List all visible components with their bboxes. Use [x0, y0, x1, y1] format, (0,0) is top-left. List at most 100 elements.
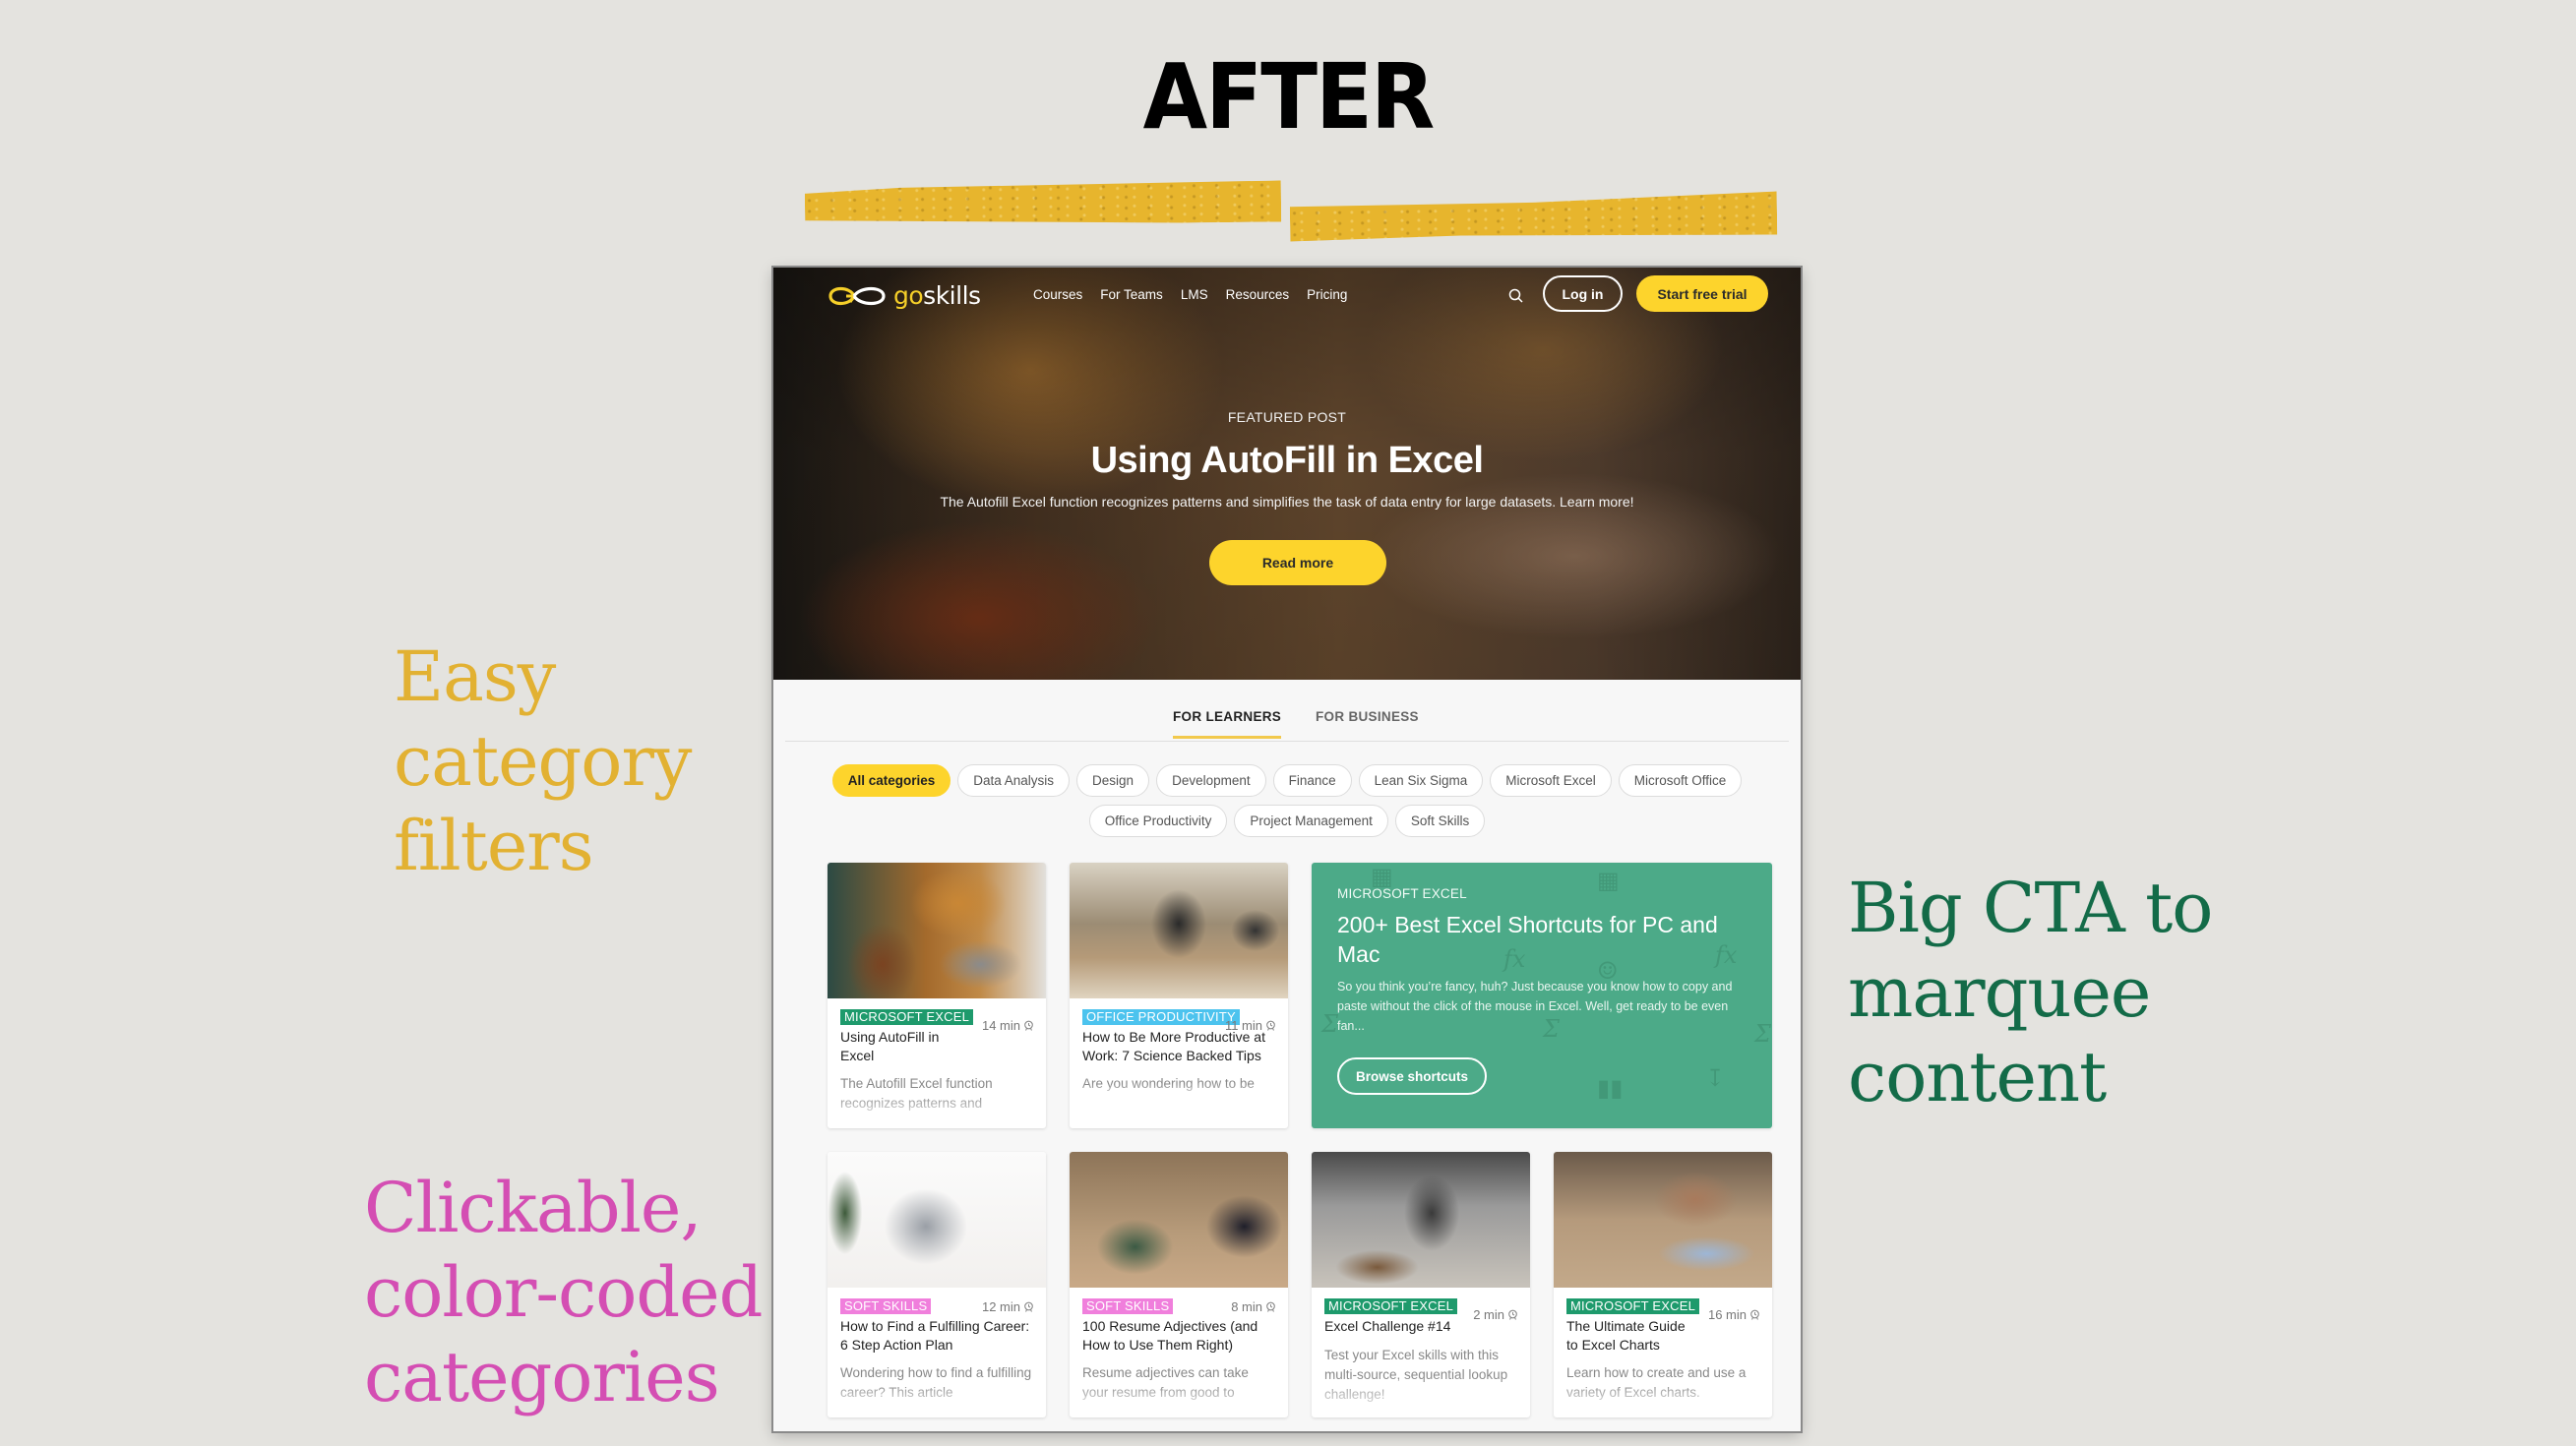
- cta-title[interactable]: 200+ Best Excel Shortcuts for PC and Mac: [1337, 910, 1747, 969]
- nav-lms[interactable]: LMS: [1181, 287, 1208, 302]
- logo-wordmark: goskills: [893, 281, 981, 310]
- article-excerpt: Resume adjectives can take your resume f…: [1082, 1365, 1249, 1400]
- annotation-big-cta: Big CTA to marquee content: [1848, 866, 2213, 1119]
- article-thumbnail: [1070, 1152, 1288, 1288]
- audience-tabs: FOR LEARNERS FOR BUSINESS: [773, 680, 1801, 762]
- category-tag[interactable]: MICROSOFT EXCEL: [840, 1009, 974, 1025]
- article-excerpt: Learn how to create and use a variety of…: [1566, 1365, 1747, 1400]
- annotation-line: category: [394, 721, 692, 802]
- filter-data-analysis[interactable]: Data Analysis: [957, 764, 1071, 797]
- category-filter-row: All categories Data Analysis Design Deve…: [773, 764, 1801, 797]
- article-thumbnail: [1312, 1152, 1530, 1288]
- article-thumbnail: [1554, 1152, 1772, 1288]
- read-more-button[interactable]: Read more: [1209, 540, 1386, 585]
- annotation-line: marquee: [1848, 952, 2151, 1033]
- read-time-value: 2 min: [1473, 1307, 1504, 1322]
- annotation-line: Easy: [394, 636, 556, 717]
- tape-decoration-right: [1290, 192, 1778, 242]
- logo-skills: skills: [923, 281, 981, 310]
- tab-for-learners[interactable]: FOR LEARNERS: [1173, 709, 1282, 739]
- article-card[interactable]: MICROSOFT EXCEL 2 min Excel Challenge #1…: [1312, 1152, 1530, 1417]
- annotation-line: color-coded: [364, 1252, 763, 1333]
- annotation-line: content: [1848, 1037, 2107, 1117]
- annotation-line: filters: [394, 806, 594, 886]
- spreadsheet-icon: ▦: [1597, 867, 1620, 894]
- excel-shortcuts-cta[interactable]: ▦ ▦ fx fx ☺ Σ Σ Σ ▮▮ ↧ MICROSOFT EXCEL 2…: [1312, 863, 1772, 1128]
- annotation-line: Big CTA to: [1848, 868, 2213, 948]
- article-thumbnail: [1070, 863, 1288, 998]
- start-free-trial-button[interactable]: Start free trial: [1636, 275, 1768, 312]
- clock-icon: [1024, 1301, 1033, 1312]
- tab-for-business[interactable]: FOR BUSINESS: [1316, 709, 1419, 736]
- hero-title[interactable]: Using AutoFill in Excel: [773, 440, 1801, 482]
- article-title[interactable]: Using AutoFill in Excel: [840, 1028, 1033, 1064]
- nav-for-teams[interactable]: For Teams: [1100, 287, 1163, 302]
- annotation-line: categories: [364, 1337, 720, 1417]
- article-excerpt: Are you wondering how to be: [1082, 1076, 1255, 1091]
- filter-microsoft-office[interactable]: Microsoft Office: [1618, 764, 1743, 797]
- article-card[interactable]: MICROSOFT EXCEL 14 min Using AutoFill in…: [828, 863, 1046, 1128]
- article-card[interactable]: OFFICE PRODUCTIVITY 11 min How to Be Mor…: [1070, 863, 1288, 1128]
- nav-links: Courses For Teams LMS Resources Pricing: [1033, 287, 1347, 302]
- top-nav: goskills Courses For Teams LMS Resources…: [773, 268, 1801, 327]
- read-time-value: 14 min: [981, 1018, 1020, 1033]
- filter-office-productivity[interactable]: Office Productivity: [1088, 805, 1228, 837]
- read-time-value: 16 min: [1707, 1307, 1747, 1322]
- article-thumbnail: [828, 1152, 1046, 1288]
- article-title[interactable]: The Ultimate Guide to Excel Charts: [1566, 1317, 1759, 1354]
- sort-icon: ↧: [1705, 1064, 1726, 1092]
- article-title[interactable]: How to Find a Fulfilling Career: 6 Step …: [840, 1317, 1033, 1354]
- article-excerpt: Test your Excel skills with this multi-s…: [1324, 1347, 1508, 1402]
- tabs-divider: [785, 741, 1789, 742]
- sigma-icon: Σ: [1754, 1020, 1771, 1048]
- filter-microsoft-excel[interactable]: Microsoft Excel: [1490, 764, 1612, 797]
- category-tag[interactable]: SOFT SKILLS: [1082, 1298, 1174, 1314]
- clock-icon: [1508, 1309, 1517, 1320]
- article-excerpt: Wondering how to find a fulfilling caree…: [840, 1365, 1032, 1400]
- website-screenshot: goskills Courses For Teams LMS Resources…: [773, 268, 1801, 1431]
- read-time-value: 11 min: [1224, 1018, 1262, 1033]
- login-button[interactable]: Log in: [1543, 275, 1623, 312]
- nav-courses[interactable]: Courses: [1033, 287, 1082, 302]
- browse-shortcuts-button[interactable]: Browse shortcuts: [1337, 1057, 1487, 1095]
- cta-category: MICROSOFT EXCEL: [1337, 886, 1467, 901]
- sigma-icon: Σ: [1321, 1010, 1338, 1038]
- category-tag[interactable]: MICROSOFT EXCEL: [1566, 1298, 1700, 1314]
- infinity-go-icon: [828, 286, 886, 305]
- nav-resources[interactable]: Resources: [1226, 287, 1290, 302]
- category-filters: All categories Data Analysis Design Deve…: [773, 764, 1801, 845]
- annotation-line: Clickable,: [364, 1168, 703, 1248]
- article-card[interactable]: SOFT SKILLS 12 min How to Find a Fulfill…: [828, 1152, 1046, 1417]
- read-time-value: 8 min: [1231, 1299, 1262, 1314]
- article-card[interactable]: MICROSOFT EXCEL 16 min The Ultimate Guid…: [1554, 1152, 1772, 1417]
- category-filter-row: Office Productivity Project Management S…: [773, 805, 1801, 837]
- filter-design[interactable]: Design: [1076, 764, 1150, 797]
- filter-development[interactable]: Development: [1156, 764, 1266, 797]
- filter-finance[interactable]: Finance: [1272, 764, 1352, 797]
- category-tag[interactable]: SOFT SKILLS: [840, 1298, 932, 1314]
- search-icon[interactable]: [1507, 287, 1525, 305]
- filter-soft-skills[interactable]: Soft Skills: [1394, 805, 1486, 837]
- filter-lean-six-sigma[interactable]: Lean Six Sigma: [1358, 764, 1484, 797]
- chart-icon: ▮▮: [1597, 1074, 1624, 1102]
- category-tag[interactable]: OFFICE PRODUCTIVITY: [1082, 1009, 1240, 1025]
- article-title[interactable]: How to Be More Productive at Work: 7 Sci…: [1082, 1028, 1275, 1064]
- goskills-logo[interactable]: goskills: [827, 281, 981, 310]
- article-title[interactable]: 100 Resume Adjectives (and How to Use Th…: [1082, 1317, 1275, 1354]
- hero-description: The Autofill Excel function recognizes p…: [940, 494, 1634, 510]
- filter-all-categories[interactable]: All categories: [831, 764, 951, 797]
- read-time: 14 min: [982, 1018, 1034, 1033]
- read-time: 12 min: [982, 1299, 1034, 1314]
- read-time: 16 min: [1708, 1307, 1760, 1322]
- slide-title: AFTER: [1142, 44, 1436, 150]
- article-excerpt: The Autofill Excel function recognizes p…: [840, 1076, 993, 1111]
- category-tag[interactable]: MICROSOFT EXCEL: [1324, 1298, 1458, 1314]
- read-time: 11 min: [1225, 1018, 1276, 1033]
- nav-pricing[interactable]: Pricing: [1307, 287, 1347, 302]
- filter-project-management[interactable]: Project Management: [1234, 805, 1388, 837]
- annotation-color-coded-categories: Clickable, color-coded categories: [364, 1166, 763, 1419]
- annotation-category-filters: Easy category filters: [394, 634, 692, 888]
- read-time: 8 min: [1231, 1299, 1276, 1314]
- article-card[interactable]: SOFT SKILLS 8 min 100 Resume Adjectives …: [1070, 1152, 1288, 1417]
- clock-icon: [1266, 1301, 1275, 1312]
